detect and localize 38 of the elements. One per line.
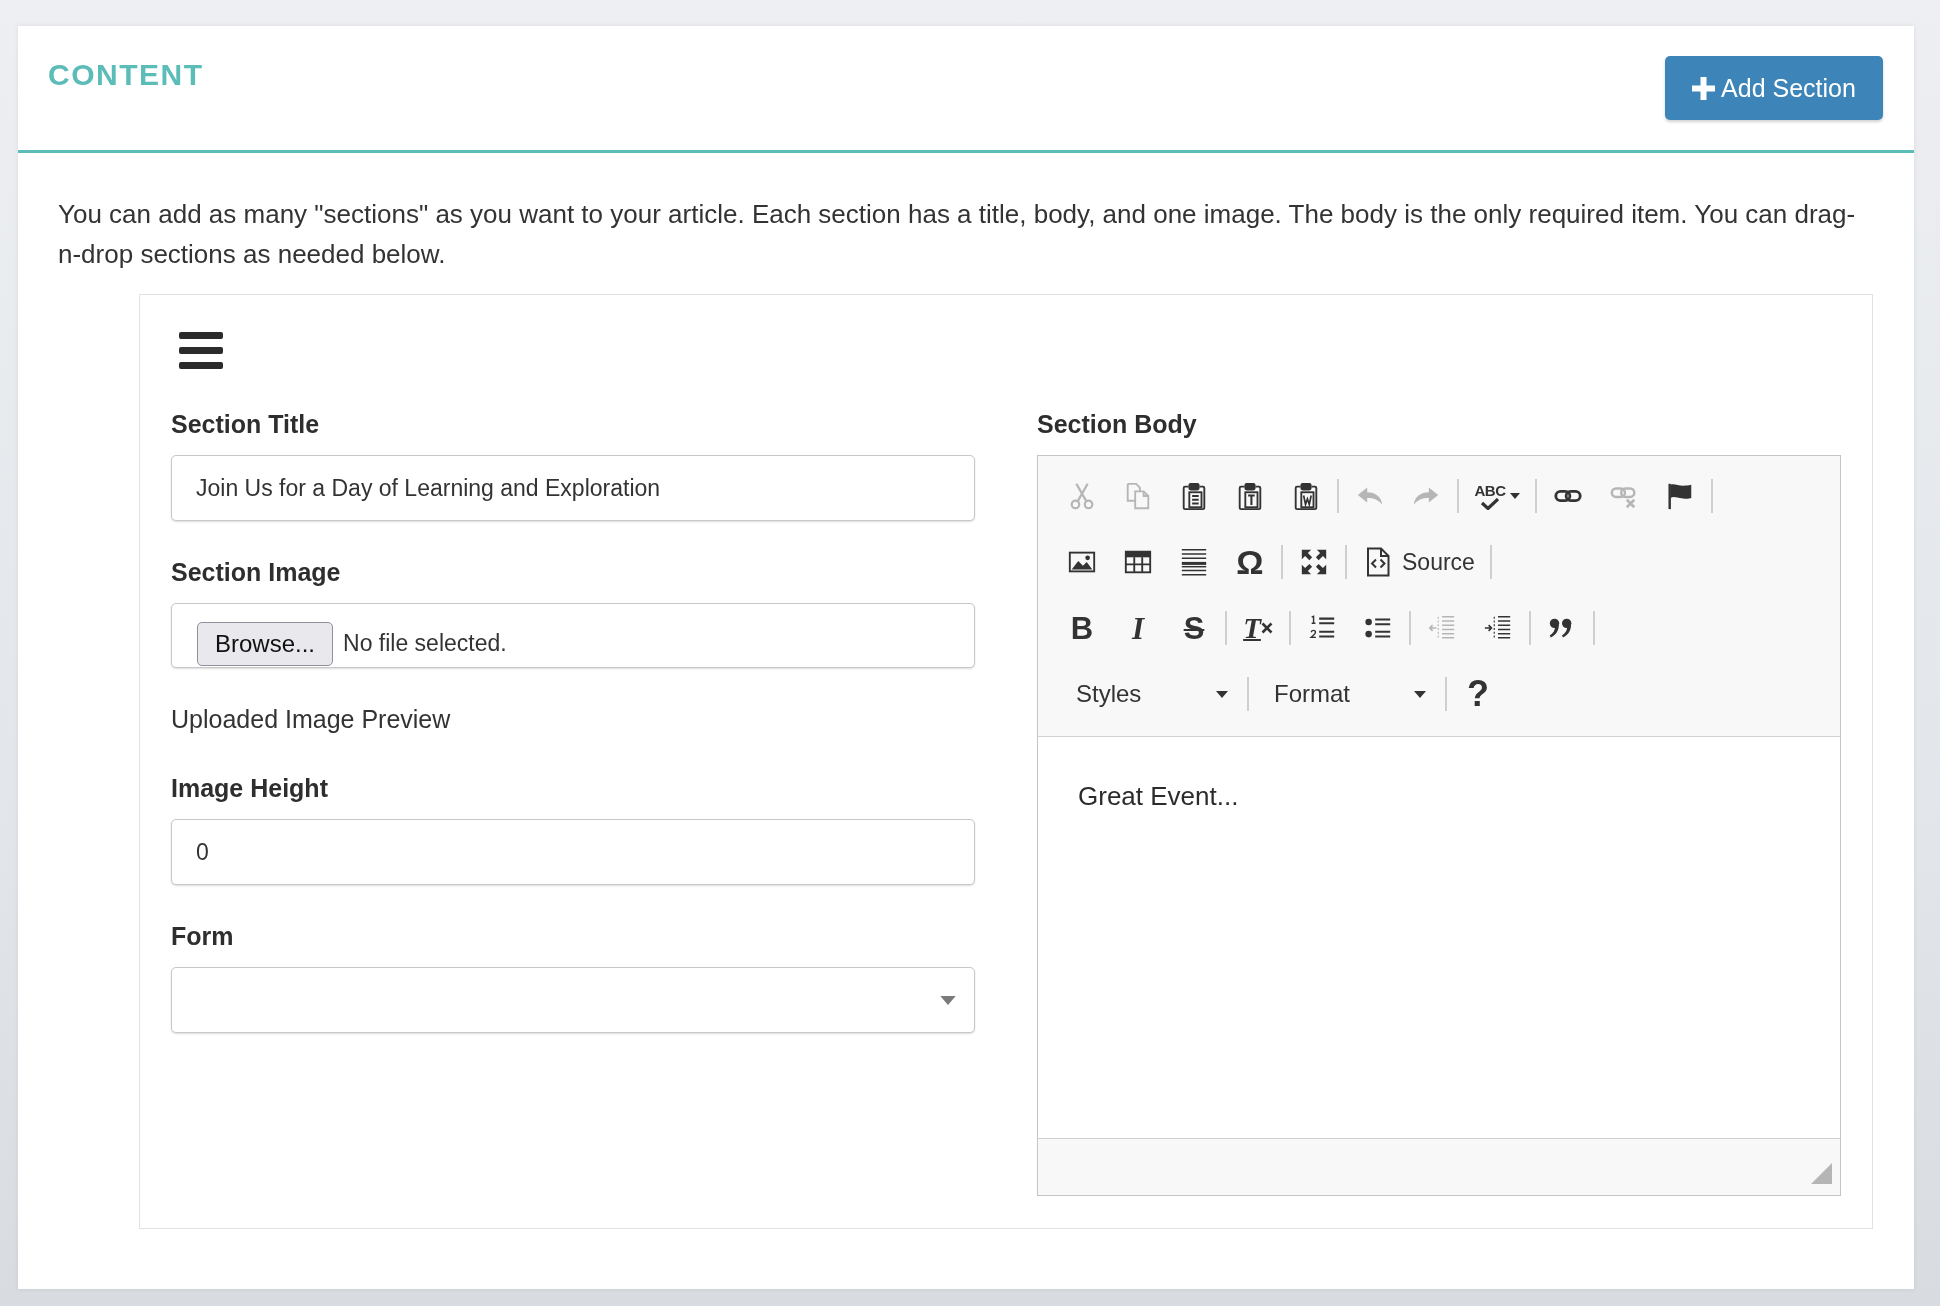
section-heading: CONTENT <box>48 57 204 93</box>
select-field[interactable] <box>171 967 975 1033</box>
caret-icon <box>940 995 956 1005</box>
body-text: Great Event... <box>1078 780 1240 813</box>
field-label: Section Body <box>1037 409 1198 440</box>
special-character-button[interactable]: Ω <box>1224 536 1276 588</box>
cross-icon <box>1260 622 1273 634</box>
resize-handle-icon[interactable] <box>1811 1163 1832 1184</box>
help-button[interactable]: ? <box>1452 668 1504 720</box>
spellcheck-button[interactable]: ABC <box>1464 470 1530 522</box>
add-section-button[interactable]: Add Section <box>1665 56 1883 120</box>
plus-icon <box>1692 76 1716 100</box>
file-status-text: No file selected. <box>343 630 507 657</box>
italic-button[interactable]: I <box>1112 602 1164 654</box>
code-file-icon <box>1366 547 1390 577</box>
file-field[interactable]: Browse... No file selected. <box>171 603 975 668</box>
image-preview-text: Uploaded Image Preview <box>171 704 452 735</box>
toolbar-dropdown[interactable]: Format <box>1254 668 1440 720</box>
check-icon <box>1479 497 1501 510</box>
source-button[interactable]: Source <box>1352 536 1485 588</box>
strikethrough-button[interactable]: S <box>1168 602 1220 654</box>
menu-icon[interactable] <box>179 332 223 369</box>
caret-icon <box>1414 690 1426 698</box>
expand-arrows-icon <box>1299 547 1329 577</box>
field-label: Section Title <box>171 409 321 440</box>
text-input[interactable]: Join Us for a Day of Learning and Exploration <box>171 455 975 521</box>
bold-button[interactable]: B <box>1056 602 1108 654</box>
caret-icon <box>1509 493 1520 499</box>
text-input[interactable]: 0 <box>171 819 975 885</box>
intro-text: You can add as many "sections" as you want to your article. Each section has a title, body, and one image. The body is the only required item. You can drag-n-drop sections as needed below. <box>58 198 1857 271</box>
toolbar-dropdown[interactable]: Styles <box>1056 668 1242 720</box>
remove-format-button[interactable]: T <box>1232 602 1284 654</box>
field-label: Image Height <box>171 773 329 804</box>
browse-button[interactable]: Browse... <box>197 621 334 666</box>
lines-icon <box>1179 547 1209 577</box>
field-label: Section Image <box>171 557 342 588</box>
field-label: Form <box>171 921 235 952</box>
caret-icon <box>1216 690 1228 698</box>
